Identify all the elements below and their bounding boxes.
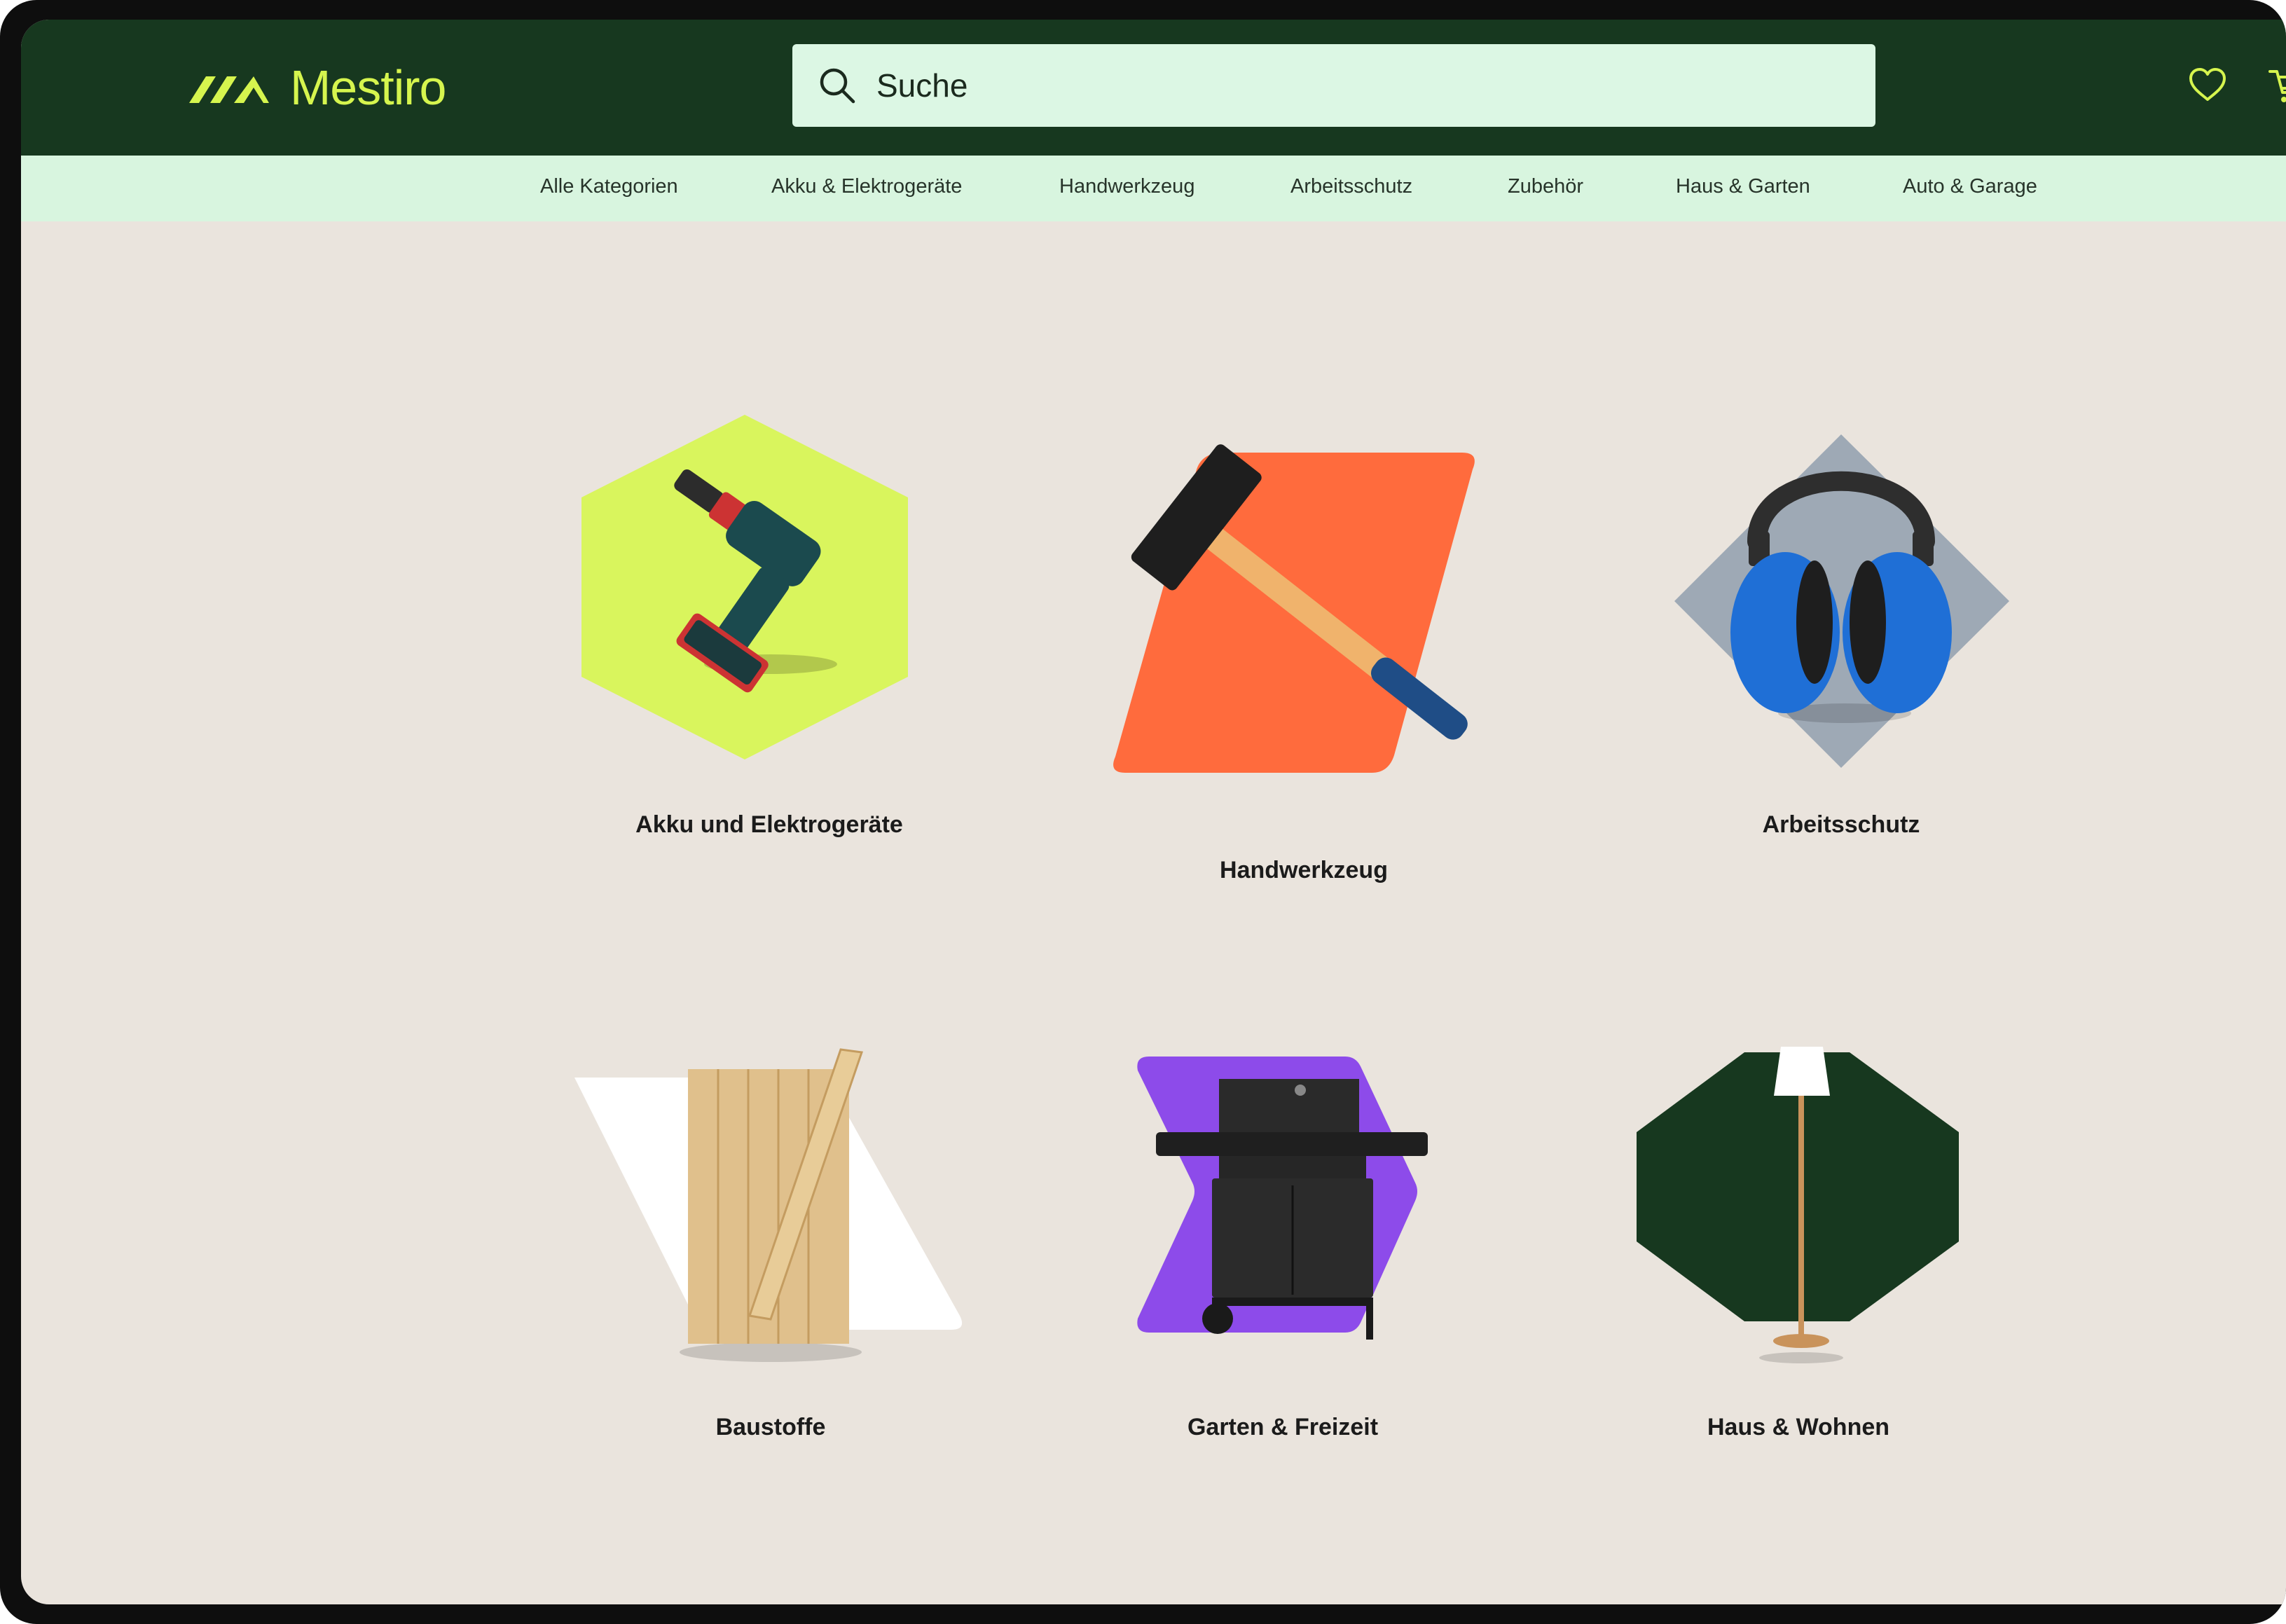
nav-item-alle-kategorien[interactable]: Alle Kategorien bbox=[540, 175, 678, 198]
nav-item-haus-garten[interactable]: Haus & Garten bbox=[1676, 175, 1810, 198]
search-input[interactable] bbox=[875, 66, 1789, 105]
wood-boards-image bbox=[574, 1048, 963, 1362]
heart-icon[interactable] bbox=[2187, 64, 2229, 106]
search-icon bbox=[820, 68, 855, 104]
category-label: Akku und Elektrogeräte bbox=[635, 811, 903, 838]
category-label: Garten & Freizeit bbox=[1187, 1414, 1379, 1440]
top-bar: Mestiro bbox=[21, 20, 2286, 156]
app-window: Mestiro Alle Kategorien Akku & Elektroge… bbox=[21, 20, 2286, 1604]
search-bar[interactable] bbox=[792, 44, 1875, 127]
nav-item-handwerkzeug[interactable]: Handwerkzeug bbox=[1059, 175, 1194, 198]
category-tile-baustoffe[interactable]: Baustoffe bbox=[560, 1035, 967, 1442]
category-tile-haus-wohnen[interactable]: Haus & Wohnen bbox=[1632, 1028, 1969, 1442]
nav-item-zubehoer[interactable]: Zubehör bbox=[1508, 175, 1583, 198]
grill-image bbox=[1137, 1057, 1428, 1340]
nav-item-akku-elektrogeraete[interactable]: Akku & Elektrogeräte bbox=[771, 175, 962, 198]
category-label: Baustoffe bbox=[715, 1414, 826, 1440]
brand-name: Mestiro bbox=[290, 60, 446, 115]
category-tile-garten-freizeit[interactable]: Garten & Freizeit bbox=[1128, 1035, 1457, 1442]
device-frame: Mestiro Alle Kategorien Akku & Elektroge… bbox=[0, 0, 2286, 1624]
hammer-image bbox=[1113, 444, 1475, 773]
category-label: Handwerkzeug bbox=[1220, 857, 1388, 883]
category-tile-akku[interactable]: Akku und Elektrogeräte bbox=[581, 398, 932, 838]
ear-protection-image bbox=[1674, 434, 2009, 768]
nav-item-auto-garage[interactable]: Auto & Garage bbox=[1903, 175, 2037, 198]
brand-logo[interactable]: Mestiro bbox=[189, 56, 446, 119]
mestiro-logo-icon bbox=[189, 76, 269, 103]
cart-icon[interactable] bbox=[2267, 64, 2286, 106]
drill-image bbox=[581, 415, 908, 759]
category-label: Haus & Wohnen bbox=[1707, 1414, 1890, 1440]
category-tile-handwerkzeug[interactable]: Handwerkzeug bbox=[1100, 419, 1492, 883]
category-tile-arbeitsschutz[interactable]: Arbeitsschutz bbox=[1659, 419, 2023, 838]
nav-item-arbeitsschutz[interactable]: Arbeitsschutz bbox=[1290, 175, 1412, 198]
category-nav: Alle Kategorien Akku & Elektrogeräte Han… bbox=[21, 156, 2286, 221]
floor-lamp-image bbox=[1637, 1047, 1959, 1363]
category-label: Arbeitsschutz bbox=[1762, 811, 1920, 838]
